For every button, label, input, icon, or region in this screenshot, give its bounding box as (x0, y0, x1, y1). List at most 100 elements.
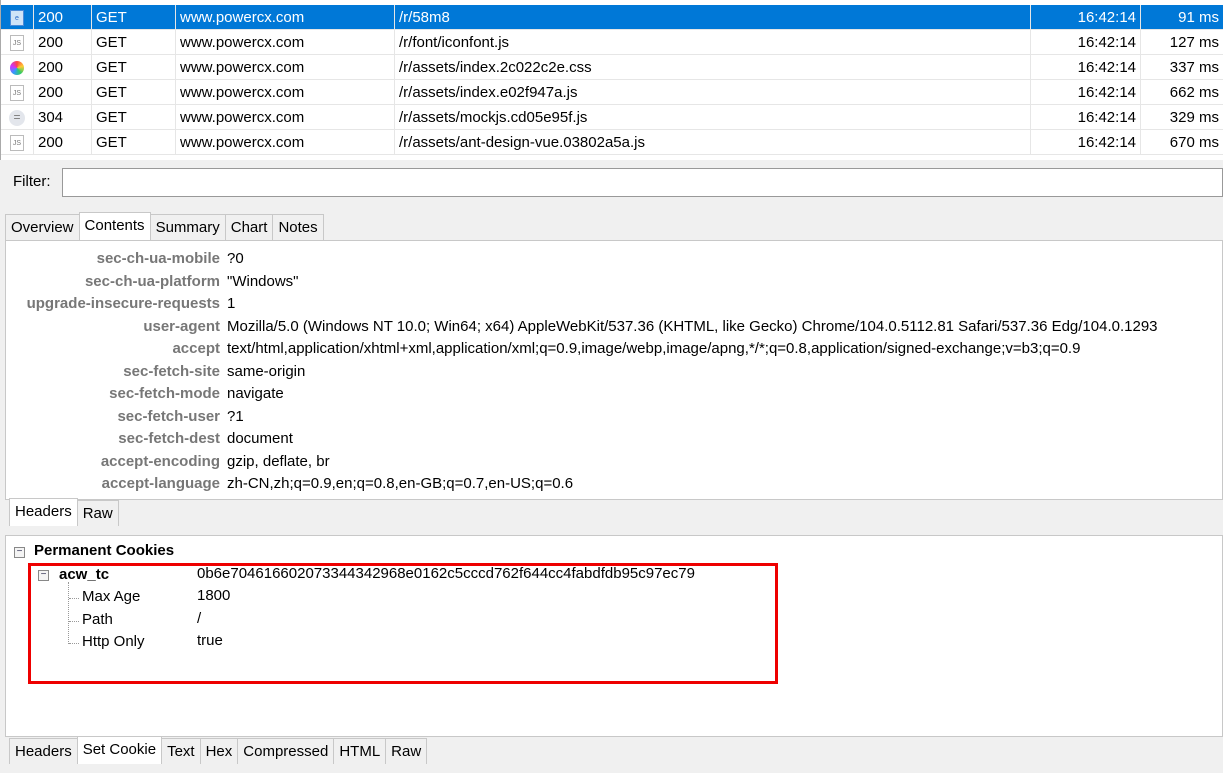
js-file-icon: JS (1, 130, 34, 155)
header-value: "Windows" (227, 272, 299, 290)
request-tab-raw[interactable]: Raw (76, 500, 119, 526)
tab-summary[interactable]: Summary (149, 214, 226, 240)
header-value: document (227, 430, 293, 447)
header-row: upgrade-insecure-requests 1 (6, 293, 1222, 316)
header-row: sec-ch-ua-mobile ?0 (6, 248, 1222, 271)
session-time: 16:42:14 (1031, 30, 1141, 55)
request-view-tabs: Headers Raw (9, 498, 119, 526)
session-method: GET (92, 5, 176, 30)
collapse-icon[interactable]: − (38, 570, 49, 581)
session-duration: 127 ms (1141, 30, 1223, 55)
session-duration: 662 ms (1141, 80, 1223, 105)
tree-line (68, 582, 69, 644)
header-name: accept (172, 340, 220, 357)
session-row[interactable]: JS 200 GET www.powercx.com/r/assets/index.e… (1, 80, 1223, 105)
cookie-value: 0b6e704616602073344342968e0162c5cccd762f… (197, 565, 695, 582)
session-status: 200 (34, 30, 92, 55)
response-tab-text[interactable]: Text (161, 738, 201, 764)
response-tab-html[interactable]: HTML (333, 738, 387, 764)
header-name: user-agent (143, 317, 220, 335)
cookie-attr-name: Path (82, 610, 113, 628)
header-name: sec-fetch-dest (118, 430, 220, 447)
request-tab-headers[interactable]: Headers (9, 498, 78, 526)
response-tab-hex[interactable]: Hex (199, 738, 239, 764)
tab-contents[interactable]: Contents (78, 212, 151, 240)
js-file-icon: JS (1, 30, 34, 55)
session-list: e 200 GET www.powercx.com/r/58m8 16:42:14 91 … (0, 0, 1223, 160)
cookie-name: acw_tc (59, 566, 110, 583)
session-row[interactable]: 200 GET www.powercx.com/r/assets/index.2c0… (1, 55, 1223, 80)
header-name: sec-fetch-user (117, 407, 220, 425)
session-host: www.powercx.com (176, 105, 395, 130)
session-url: /r/assets/index.2c022c2e.css (395, 55, 1031, 80)
session-row[interactable]: e 200 GET www.powercx.com/r/58m8 16:42:14 91 … (1, 5, 1223, 30)
session-status: 200 (34, 55, 92, 80)
session-host: www.powercx.com (176, 130, 395, 155)
session-time: 16:42:14 (1031, 130, 1141, 155)
tab-chart[interactable]: Chart (224, 214, 274, 240)
response-tab-raw[interactable]: Raw (385, 738, 428, 764)
session-method: GET (92, 30, 176, 55)
session-status: 200 (34, 130, 92, 155)
session-time: 16:42:14 (1031, 55, 1141, 80)
session-status: 200 (34, 5, 92, 30)
header-name: accept-language (101, 475, 220, 492)
cookie-attr-value: 1800 (197, 587, 231, 604)
session-host: www.powercx.com (176, 80, 395, 105)
session-duration: 670 ms (1141, 130, 1223, 155)
header-row: sec-fetch-user ?1 (6, 406, 1222, 429)
header-value: 1 (227, 295, 236, 312)
cookie-attr-name: Http Only (82, 633, 145, 650)
session-url: /r/assets/ant-design-vue.03802a5a.js (395, 130, 1031, 155)
session-duration: 337 ms (1141, 55, 1223, 80)
header-name: sec-fetch-mode (109, 385, 220, 402)
webpage-icon: e (1, 5, 34, 30)
header-value: zh-CN,zh;q=0.9,en;q=0.8,en-GB;q=0.7,en-U… (227, 475, 574, 492)
session-row[interactable]: JS 200 GET www.powercx.com/r/font/iconfont.… (1, 30, 1223, 55)
filter-bar: Filter: (0, 165, 1223, 199)
collapse-icon[interactable]: − (14, 547, 25, 558)
session-method: GET (92, 55, 176, 80)
tree-line (69, 643, 79, 644)
header-name: accept-encoding (100, 452, 220, 470)
session-time: 16:42:14 (1031, 80, 1141, 105)
session-method: GET (92, 130, 176, 155)
session-status: 304 (34, 105, 92, 130)
response-tab-headers[interactable]: Headers (9, 738, 78, 764)
session-host: www.powercx.com (176, 30, 395, 55)
response-view-tabs: Headers Set Cookie Text Hex Compressed HTML Ra… (9, 736, 428, 764)
header-value: same-origin (227, 362, 306, 380)
session-url: /r/assets/index.e02f947a.js (395, 80, 1031, 105)
cookie-attr-name: Max Age (82, 588, 141, 605)
tab-notes[interactable]: Notes (272, 214, 324, 240)
session-host: www.powercx.com (176, 55, 395, 80)
tree-line (69, 620, 79, 622)
header-value: ?1 (227, 407, 244, 425)
header-row: user-agent Mozilla/5.0 (Windows NT 10.0; … (6, 316, 1222, 339)
header-name: sec-ch-ua-mobile (96, 250, 220, 267)
session-row[interactable]: = 304 GET www.powercx.com/r/assets/mockjs.c… (1, 105, 1223, 130)
css-file-icon (1, 55, 34, 80)
header-value: Mozilla/5.0 (Windows NT 10.0; Win64; x64… (227, 317, 1158, 335)
session-host: www.powercx.com (176, 5, 395, 30)
header-row: accept-language zh-CN,zh;q=0.9,en;q=0.8,e… (6, 473, 1222, 496)
session-url: /r/assets/mockjs.cd05e95f.js (395, 105, 1031, 130)
tab-overview[interactable]: Overview (5, 214, 80, 240)
filter-input[interactable] (62, 168, 1223, 197)
session-status: 200 (34, 80, 92, 105)
response-tab-compressed[interactable]: Compressed (237, 738, 335, 764)
header-value: text/html,application/xhtml+xml,applicat… (227, 340, 1081, 357)
filter-label: Filter: (13, 173, 51, 190)
cookie-group-title: Permanent Cookies (34, 542, 175, 559)
inspector-tabs: Overview Contents Summary Chart Notes (5, 212, 324, 240)
cookie-attr-value: / (197, 609, 202, 627)
header-value: gzip, deflate, br (227, 452, 330, 470)
header-value: ?0 (227, 250, 244, 267)
response-tab-set-cookie[interactable]: Set Cookie (76, 736, 163, 764)
header-row: sec-fetch-dest document (6, 428, 1222, 451)
cookies-panel: − Permanent Cookies − acw_tc 0b6e7046166… (5, 535, 1223, 737)
not-modified-icon: = (1, 105, 34, 130)
header-row: accept-encoding gzip, deflate, br (6, 451, 1222, 474)
session-row[interactable]: JS 200 GET www.powercx.com/r/assets/ant-des… (1, 130, 1223, 155)
session-url: /r/font/iconfont.js (395, 30, 1031, 55)
